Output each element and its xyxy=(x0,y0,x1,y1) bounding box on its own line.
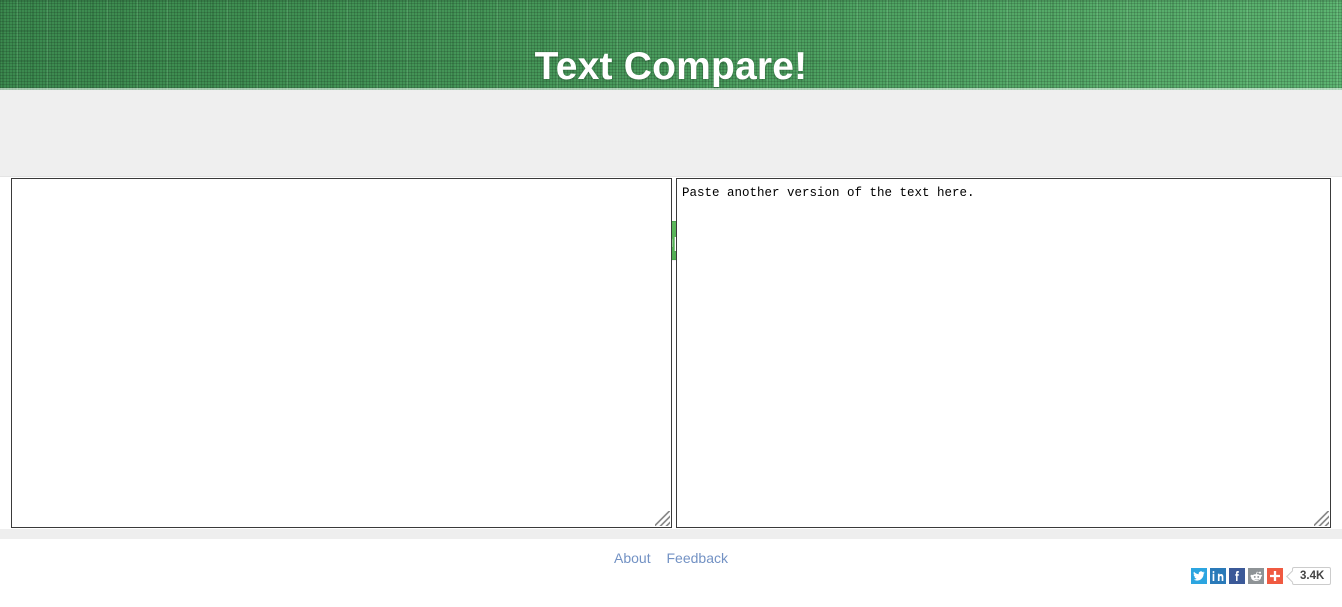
right-text-pane[interactable]: Paste another version of the text here. xyxy=(676,178,1331,528)
facebook-share-icon[interactable] xyxy=(1229,568,1245,584)
reddit-share-icon[interactable] xyxy=(1248,568,1264,584)
page-header: Text Compare! xyxy=(0,0,1342,90)
left-pane-resize-handle[interactable] xyxy=(655,511,670,526)
addthis-share-icon[interactable] xyxy=(1267,568,1283,584)
left-text-pane[interactable] xyxy=(11,178,672,528)
share-count-badge[interactable]: 3.4K xyxy=(1292,567,1331,585)
compare-panes: Paste another version of the text here. xyxy=(0,178,1342,530)
footer-links: About Feedback xyxy=(0,549,1342,567)
twitter-share-icon[interactable] xyxy=(1191,568,1207,584)
footer-link-feedback[interactable]: Feedback xyxy=(667,550,728,566)
social-share-widget: 3.4K xyxy=(1191,566,1331,586)
right-pane-resize-handle[interactable] xyxy=(1314,511,1329,526)
linkedin-share-icon[interactable] xyxy=(1210,568,1226,584)
footer-link-about[interactable]: About xyxy=(614,550,651,566)
page-title: Text Compare! xyxy=(0,44,1342,90)
right-text-content[interactable]: Paste another version of the text here. xyxy=(682,186,1326,201)
toolbar: Edit texts ... Switch texts Compare! Cle… xyxy=(0,90,1342,177)
header-bottom-divider xyxy=(0,88,1342,90)
footer-divider-strip xyxy=(0,529,1342,539)
